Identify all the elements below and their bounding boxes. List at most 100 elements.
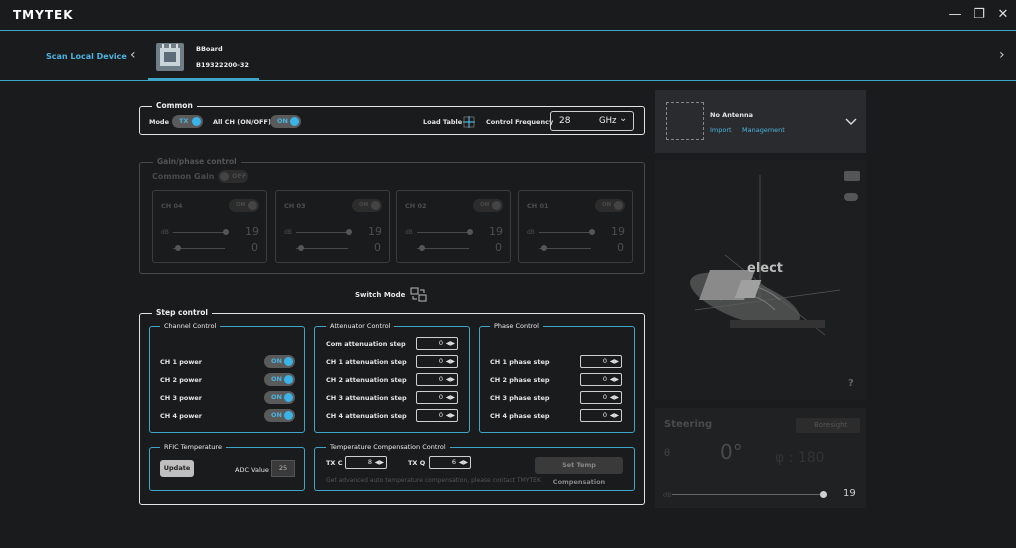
channel-gain-value: 19	[368, 225, 382, 238]
chevron-down-icon[interactable]	[844, 113, 858, 127]
stepper-arrows-icon: ◀▶	[609, 412, 619, 419]
channel-card-toggle[interactable]: ON	[473, 199, 503, 212]
channel-gain-slider[interactable]	[417, 232, 469, 233]
channel-gain-slider-handle[interactable]	[589, 229, 595, 235]
channel-card: CH 03 ON dB 19 0	[275, 190, 390, 263]
theta-value[interactable]: 0°	[720, 440, 743, 464]
steering-db-slider-handle[interactable]	[820, 491, 827, 498]
phase-step-stepper[interactable]: 0 ◀▶	[580, 391, 622, 404]
channel-card-name: CH 03	[284, 202, 306, 210]
phase-step-stepper[interactable]: 0 ◀▶	[580, 355, 622, 368]
channel-phase-value: 0	[617, 241, 624, 254]
channel-power-label: CH 2 power	[160, 376, 202, 384]
device-selected-underline	[148, 78, 259, 80]
theta-label: θ	[664, 448, 671, 459]
boresight-button[interactable]: Boresight	[796, 418, 860, 433]
channel-power-toggle[interactable]: ON	[264, 409, 295, 422]
channel-card-db-label: dB	[527, 229, 535, 236]
stepper-arrows-icon: ◀▶	[609, 358, 619, 365]
channel-gain-value: 19	[245, 225, 259, 238]
device-prev-icon[interactable]: ‹	[130, 47, 136, 63]
txc-value: 8	[367, 458, 372, 466]
phi-value[interactable]: φ : 180	[775, 450, 825, 466]
common-gain-toggle[interactable]: OFF	[218, 170, 248, 183]
antenna-management-link[interactable]: Management	[742, 126, 785, 134]
common-gain-label: Common Gain	[152, 172, 215, 181]
channel-card: CH 01 ON dB 19 0	[518, 190, 633, 263]
set-temp-compensation-button[interactable]: Set Temp Compensation	[535, 457, 623, 486]
minimize-button[interactable]: —	[946, 6, 964, 24]
attenuation-step-value: 0	[438, 393, 443, 401]
mode-label: Mode	[149, 118, 169, 126]
app-logo: TMYTEK	[13, 8, 74, 22]
channel-gain-slider-handle[interactable]	[346, 229, 352, 235]
channel-phase-slider-handle[interactable]	[419, 245, 425, 251]
channel-card-toggle-label: ON	[359, 202, 369, 208]
channel-phase-slider-handle[interactable]	[541, 245, 547, 251]
channel-gain-slider[interactable]	[296, 232, 348, 233]
channel-card-name: CH 02	[405, 202, 427, 210]
phase-step-stepper[interactable]: 0 ◀▶	[580, 409, 622, 422]
channel-card-toggle[interactable]: ON	[352, 199, 382, 212]
attenuation-step-stepper[interactable]: 0 ◀▶	[416, 355, 458, 368]
txc-label: TX C	[326, 459, 343, 467]
channel-card-toggle-label: ON	[602, 202, 612, 208]
channel-gain-slider[interactable]	[173, 232, 225, 233]
attenuation-step-stepper[interactable]: 0 ◀▶	[416, 409, 458, 422]
channel-power-toggle[interactable]: ON	[264, 355, 295, 368]
attenuation-step-stepper[interactable]: 0 ◀▶	[416, 391, 458, 404]
txc-stepper[interactable]: 8 ◀▶	[345, 456, 387, 469]
attenuation-step-value: 0	[438, 339, 443, 347]
mode-toggle-label: TX	[179, 117, 189, 125]
channel-phase-value: 0	[495, 241, 502, 254]
switch-mode-icon[interactable]	[410, 287, 427, 302]
channel-control-legend: Channel Control	[160, 322, 221, 330]
channel-phase-slider-handle[interactable]	[175, 245, 181, 251]
channel-gain-slider[interactable]	[539, 232, 591, 233]
channel-gain-slider-handle[interactable]	[467, 229, 473, 235]
channel-power-toggle[interactable]: ON	[264, 373, 295, 386]
view-reset-icon[interactable]	[844, 193, 858, 201]
scan-local-device-link[interactable]: Scan Local Device	[46, 52, 127, 61]
load-table-icon[interactable]	[462, 114, 476, 128]
steering-title: Steering	[664, 419, 713, 430]
update-button[interactable]: Update	[160, 460, 194, 477]
frequency-select[interactable]: 28 GHz ⌄	[550, 111, 634, 131]
channel-power-toggle-label: ON	[271, 411, 282, 419]
attenuation-step-stepper[interactable]: 0 ◀▶	[416, 337, 458, 350]
steering-db-slider[interactable]	[672, 494, 824, 495]
channel-card-name: CH 04	[161, 202, 183, 210]
allch-toggle[interactable]: ON	[270, 115, 301, 128]
view-toggle-icon[interactable]	[844, 171, 860, 181]
attenuation-step-stepper[interactable]: 0 ◀▶	[416, 373, 458, 386]
stepper-arrows-icon: ◀▶	[609, 376, 619, 383]
channel-phase-slider-handle[interactable]	[298, 245, 304, 251]
stepper-arrows-icon: ◀▶	[445, 376, 455, 383]
antenna-name: No Antenna	[710, 111, 753, 119]
antenna-import-link[interactable]: Import	[710, 126, 732, 134]
channel-card-toggle[interactable]: ON	[595, 199, 625, 212]
help-icon[interactable]: ?	[848, 378, 854, 389]
switch-mode-label: Switch Mode	[355, 291, 406, 299]
channel-power-label: CH 4 power	[160, 412, 202, 420]
stepper-arrows-icon: ◀▶	[374, 459, 384, 466]
temp-compensation-note: Get advanced auto temperature compensati…	[326, 477, 541, 484]
attenuation-step-label: CH 3 attenuation step	[326, 394, 407, 402]
channel-power-toggle[interactable]: ON	[264, 391, 295, 404]
mode-toggle[interactable]: TX	[172, 115, 203, 128]
maximize-button[interactable]: ❐	[970, 6, 988, 24]
attenuator-control-legend: Attenuator Control	[326, 322, 395, 330]
common-legend: Common	[152, 101, 197, 110]
attenuation-step-value: 0	[438, 411, 443, 419]
channel-card-toggle[interactable]: ON	[229, 199, 259, 212]
phase-step-stepper[interactable]: 0 ◀▶	[580, 373, 622, 386]
adc-value-label: ADC Value	[235, 466, 269, 474]
antenna-3d-view[interactable]: elect	[655, 160, 866, 400]
close-button[interactable]: ✕	[994, 6, 1012, 24]
txq-stepper[interactable]: 6 ◀▶	[429, 456, 471, 469]
channel-gain-slider-handle[interactable]	[223, 229, 229, 235]
phase-step-label: CH 1 phase step	[490, 358, 550, 366]
device-next-icon[interactable]: ›	[999, 47, 1005, 63]
temp-compensation-legend: Temperature Compensation Control	[326, 443, 450, 451]
phase-step-value: 0	[602, 375, 607, 383]
